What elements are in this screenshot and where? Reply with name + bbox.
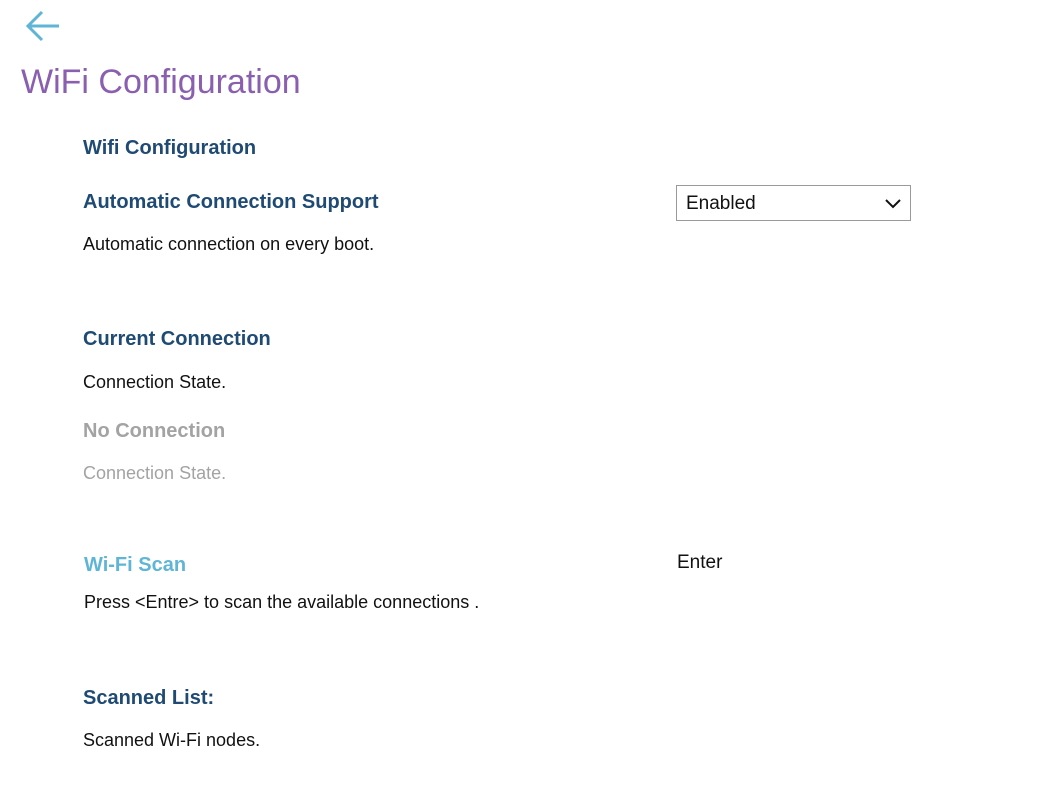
wifi-configuration-heading: Wifi Configuration (83, 137, 257, 159)
page-title: WiFi Configuration (21, 63, 301, 101)
wifi-scan-link[interactable]: Wi-Fi Scan (84, 553, 186, 577)
wifi-scan-description: Press <Entre> to scan the available conn… (84, 592, 480, 612)
automatic-connection-description: Automatic connection on every boot. (83, 234, 375, 254)
chevron-down-icon (885, 199, 901, 209)
scanned-list-description: Scanned Wi-Fi nodes. (83, 730, 261, 750)
connection-status-description: Connection State. (83, 463, 227, 483)
automatic-connection-select[interactable]: Enabled (676, 185, 911, 221)
automatic-connection-heading: Automatic Connection Support (83, 191, 379, 213)
arrow-left-icon (25, 10, 59, 42)
back-button[interactable] (22, 8, 62, 44)
connection-status-heading: No Connection (83, 420, 226, 442)
current-connection-description: Connection State. (83, 372, 227, 392)
automatic-connection-select-value: Enabled (686, 193, 756, 214)
wifi-scan-enter-button[interactable]: Enter (677, 551, 722, 575)
current-connection-heading: Current Connection (83, 328, 271, 350)
scanned-list-heading: Scanned List: (83, 687, 215, 709)
